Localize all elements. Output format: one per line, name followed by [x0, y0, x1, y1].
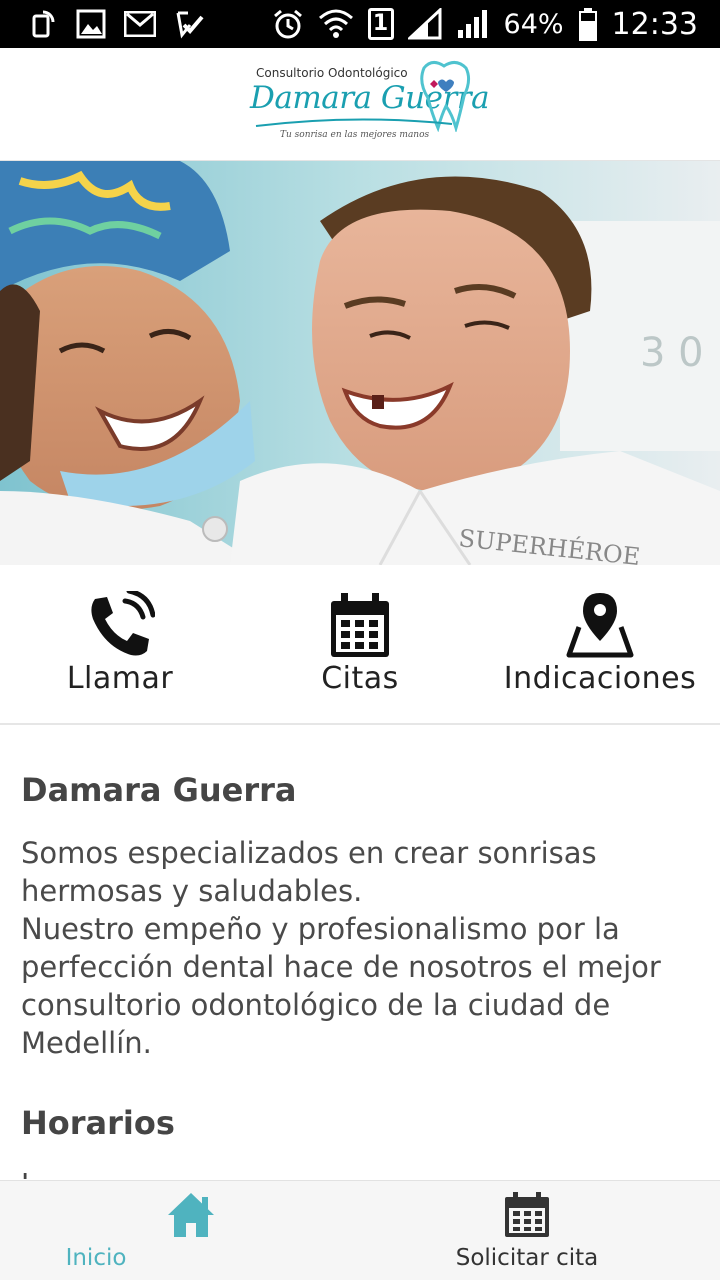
calendar-icon [505, 1192, 549, 1237]
directions-action[interactable]: Indicaciones [480, 565, 720, 725]
logo-swoosh [255, 118, 453, 127]
clinic-logo: Consultorio Odontológico Damara Guerra T… [246, 58, 490, 152]
phone-icon [91, 591, 155, 656]
alarm-icon [273, 9, 302, 39]
hours-text-partial: L [21, 1167, 37, 1179]
clinic-title: Damara Guerra [21, 771, 297, 809]
nav-request-appointment-label: Solicitar cita [455, 1245, 599, 1271]
signal-icon-sim1 [407, 8, 442, 40]
nav-request-appointment[interactable]: Solicitar cita [347, 1181, 707, 1280]
home-icon [168, 1193, 214, 1237]
gmail-icon [124, 11, 156, 37]
task-check-icon [176, 11, 204, 39]
sim-slot-badge: 1 [367, 8, 394, 40]
nav-home[interactable]: Inicio [11, 1181, 371, 1280]
bottom-navigation: Inicio Solicitar cita [0, 1180, 720, 1280]
battery-percent: 64% [503, 8, 564, 40]
quick-actions: Llamar Citas Indicaciones [0, 565, 720, 725]
call-action[interactable]: Llamar [0, 565, 240, 725]
nav-home-label: Inicio [65, 1245, 127, 1271]
signal-icon-sim2 [457, 10, 487, 38]
battery-icon [578, 8, 597, 41]
call-label: Llamar [66, 661, 174, 696]
clock: 12:33 [611, 6, 698, 42]
hero-photo: 3 0 SUPERHÉROE [0, 161, 720, 565]
map-pin-icon [566, 593, 634, 658]
logo-tagline: Tu sonrisa en las mejores manos [280, 130, 430, 140]
appointments-label: Citas [321, 661, 399, 696]
gallery-icon [76, 9, 106, 39]
hours-title: Horarios [21, 1104, 175, 1142]
calendar-icon [331, 593, 389, 657]
main-content[interactable]: Damara Guerra Somos especializados en cr… [0, 727, 720, 1179]
logo-top-line: Consultorio Odontológico [256, 66, 408, 80]
hero-illustration: 3 0 SUPERHÉROE [0, 161, 720, 565]
directions-label: Indicaciones [503, 661, 697, 696]
app-header: Consultorio Odontológico Damara Guerra T… [0, 48, 720, 161]
wifi-icon [318, 9, 353, 38]
appointments-action[interactable]: Citas [240, 565, 480, 725]
status-bar: 1 64% 12:33 [0, 0, 720, 48]
clinic-description: Somos especializados en crear sonrisas h… [21, 836, 661, 1060]
svg-text:3 0: 3 0 [640, 330, 704, 376]
usb-debug-icon [32, 10, 55, 38]
